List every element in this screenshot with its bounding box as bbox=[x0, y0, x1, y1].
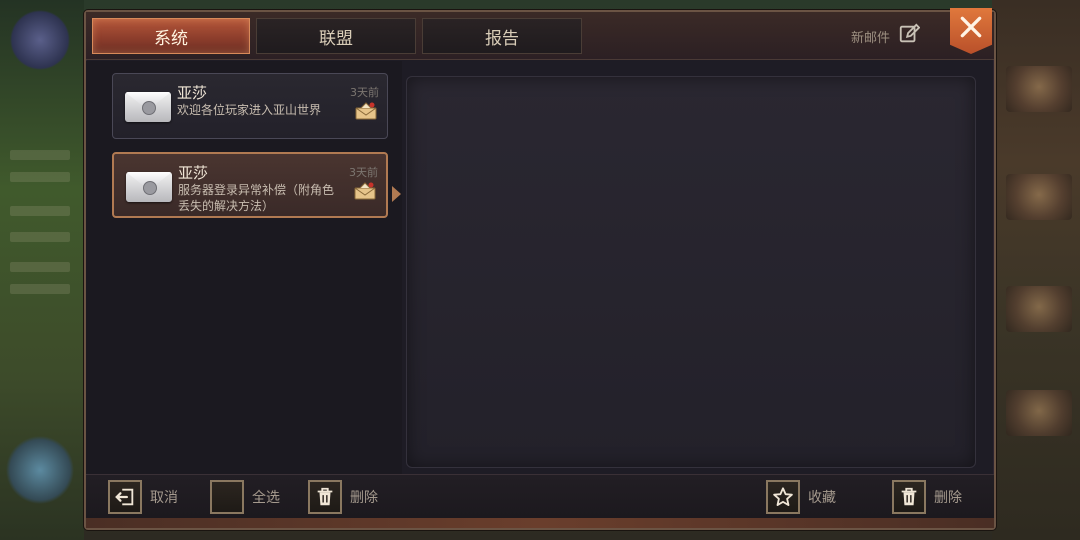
background-text bbox=[10, 262, 70, 272]
mail-sender: 亚莎 bbox=[178, 164, 209, 182]
mail-footer: 取消 全选 删除 收藏 删除 bbox=[86, 474, 994, 518]
selected-indicator-arrow-icon bbox=[392, 186, 401, 202]
mail-list-item[interactable]: 亚莎 欢迎各位玩家进入亚山世界 3天前 bbox=[112, 73, 388, 139]
background-right-game-ui bbox=[992, 0, 1080, 540]
background-text bbox=[10, 232, 70, 242]
background-text bbox=[10, 284, 70, 294]
background-text bbox=[10, 150, 70, 160]
background-portrait bbox=[1006, 390, 1072, 436]
background-portrait bbox=[1006, 286, 1072, 332]
mail-open-icon bbox=[354, 182, 376, 200]
select-all-checkbox[interactable]: 全选 bbox=[210, 480, 280, 514]
tab-label: 报告 bbox=[485, 28, 519, 49]
delete-button[interactable]: 删除 bbox=[308, 480, 378, 514]
envelope-icon bbox=[125, 92, 171, 122]
delete-mail-button[interactable]: 删除 bbox=[892, 480, 962, 514]
select-all-label: 全选 bbox=[252, 490, 280, 506]
tab-label: 系统 bbox=[154, 28, 188, 49]
mail-time: 3天前 bbox=[349, 166, 378, 179]
envelope-icon bbox=[126, 172, 172, 202]
mail-subject: 欢迎各位玩家进入亚山世界 bbox=[177, 103, 322, 117]
mail-list-item[interactable]: 亚莎 服务器登录异常补偿（附角色丢失的解决方法） 3天前 bbox=[112, 152, 388, 218]
background-text bbox=[10, 206, 70, 216]
background-portrait bbox=[1006, 174, 1072, 220]
edit-icon bbox=[898, 23, 921, 49]
tab-system[interactable]: 系统 bbox=[92, 18, 250, 54]
close-button[interactable] bbox=[950, 8, 992, 54]
checkbox-box bbox=[210, 480, 244, 514]
favorite-label: 收藏 bbox=[808, 490, 836, 506]
tab-alliance[interactable]: 联盟 bbox=[256, 18, 416, 54]
mail-sender: 亚莎 bbox=[177, 84, 208, 102]
trash-icon bbox=[892, 480, 926, 514]
background-portrait bbox=[1006, 66, 1072, 112]
exit-icon bbox=[108, 480, 142, 514]
cancel-button[interactable]: 取消 bbox=[108, 480, 178, 514]
star-icon bbox=[766, 480, 800, 514]
mail-detail-pane bbox=[406, 76, 976, 468]
mail-subject: 服务器登录异常补偿（附角色丢失的解决方法） bbox=[178, 183, 335, 213]
close-icon bbox=[958, 16, 984, 44]
tab-label: 联盟 bbox=[319, 28, 353, 49]
mail-header: 系统 联盟 报告 新邮件 bbox=[86, 8, 994, 60]
window-bottom-trim bbox=[86, 518, 994, 528]
cancel-label: 取消 bbox=[150, 490, 178, 506]
mail-time: 3天前 bbox=[350, 86, 379, 99]
mail-list: 亚莎 欢迎各位玩家进入亚山世界 3天前 亚莎 服务器登录异常补偿（附角色丢失的解… bbox=[86, 61, 402, 475]
new-mail-label: 新邮件 bbox=[850, 30, 890, 46]
background-left-game-ui bbox=[0, 0, 84, 540]
background-text bbox=[10, 172, 70, 182]
favorite-button[interactable]: 收藏 bbox=[766, 480, 836, 514]
delete-label: 删除 bbox=[934, 490, 962, 506]
new-mail-button[interactable]: 新邮件 bbox=[850, 23, 921, 49]
mail-open-icon bbox=[355, 102, 377, 120]
trash-icon bbox=[308, 480, 342, 514]
mail-window: 系统 联盟 报告 新邮件 亚莎 欢迎各位玩家进入亚山世界 3天前 亚莎 服务器登… bbox=[84, 8, 996, 530]
tab-report[interactable]: 报告 bbox=[422, 18, 582, 54]
delete-label: 删除 bbox=[350, 490, 378, 506]
